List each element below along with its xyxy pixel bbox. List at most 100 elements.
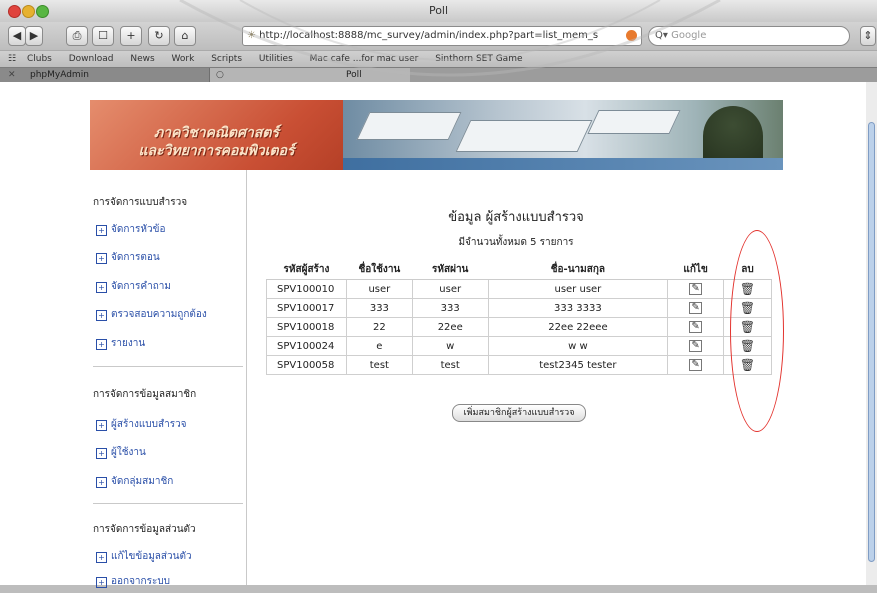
scrollbar-thumb[interactable] [868, 122, 875, 562]
member-fullname: user user [487, 279, 669, 299]
tab-label: Poll [346, 70, 362, 80]
department-banner: ภาควิชาคณิตศาสตร์ และวิทยาการคอมพิวเตอร์ [90, 100, 343, 170]
member-fullname: 22ee 22eee [487, 317, 669, 337]
expand-icon: + [96, 310, 107, 321]
add-survey-creator-button[interactable]: เพิ่มสมาชิกผู้สร้างแบบสำรวจ [452, 404, 586, 422]
nav-link-logout[interactable]: + ออกจากระบบ [96, 574, 170, 589]
edit-icon[interactable]: ✎ [689, 340, 703, 352]
member-code: SPV100010 [266, 279, 347, 299]
record-count: มีจำนวนทั้งหมด 5 รายการ [458, 237, 574, 248]
expand-icon: + [96, 577, 107, 588]
nav-link-users[interactable]: + ผู้ใช้งาน [96, 445, 146, 460]
edit-cell: ✎ [667, 355, 725, 375]
expand-icon: + [96, 282, 107, 293]
edit-cell: ✎ [667, 336, 725, 356]
member-username: user [345, 279, 413, 299]
nav-link-survey-creators[interactable]: + ผู้สร้างแบบสำรวจ [96, 417, 187, 432]
bookmark-item[interactable]: Clubs [27, 54, 52, 64]
table-row: SPV100058 test test test2345 tester ✎ 🗑 [266, 355, 772, 375]
member-fullname: w w [487, 336, 669, 356]
bookmarks-bar: ☷ Clubs Download News Work Scripts Utili… [0, 50, 877, 68]
banner-image [343, 100, 783, 170]
expand-icon: + [96, 225, 107, 236]
bookmark-item[interactable]: Work [172, 54, 195, 64]
column-header: ชื่อใช้งาน [346, 260, 413, 280]
edit-icon[interactable]: ✎ [689, 359, 703, 371]
vertical-scrollbar[interactable] [866, 82, 877, 585]
table-row: SPV100018 22 22ee 22ee 22eee ✎ 🗑 [266, 317, 772, 337]
bookmark-item[interactable]: News [130, 54, 154, 64]
keyboard-graphic [587, 110, 681, 134]
bookmark-item[interactable]: Scripts [211, 54, 242, 64]
member-fullname: 333 3333 [487, 298, 669, 318]
nav-link-member-groups[interactable]: + จัดกลุ่มสมาชิก [96, 474, 173, 489]
nav-link-topics[interactable]: + จัดการหัวข้อ [96, 222, 165, 237]
back-button[interactable]: ◀ [8, 26, 26, 46]
bookmarks-book-icon[interactable]: ☷ [8, 54, 16, 64]
bookmark-item[interactable]: Sinthorn SET Game [435, 54, 522, 64]
table-header-row: รหัสผู้สร้าง ชื่อใช้งาน รหัสผ่าน ชื่อ-นา… [266, 260, 772, 280]
nav-heading-members: การจัดการข้อมูลสมาชิก [93, 389, 197, 400]
edit-cell: ✎ [667, 317, 725, 337]
column-header: แก้ไข [667, 260, 724, 280]
member-username: 333 [345, 298, 413, 318]
print-icon[interactable]: ⎙ [66, 26, 88, 46]
window-title: Poll [428, 4, 449, 17]
members-table: รหัสผู้สร้าง ชื่อใช้งาน รหัสผ่าน ชื่อ-นา… [266, 260, 772, 375]
add-bookmark-button[interactable]: + [120, 26, 142, 46]
annotation-highlight-ellipse [730, 230, 784, 432]
tab-phpmyadmin[interactable]: ✕ phpMyAdmin [0, 68, 210, 83]
member-username: test [345, 355, 413, 375]
toolbar-overflow-button[interactable]: ⇕ [860, 26, 876, 46]
page-title: ข้อมูล ผู้สร้างแบบสำรวจ [448, 210, 584, 225]
nav-link-questions[interactable]: + จัดการคำถาม [96, 279, 171, 294]
edit-cell: ✎ [667, 298, 725, 318]
nav-separator [93, 366, 243, 367]
keyboard-graphic [356, 112, 462, 140]
edit-icon[interactable]: ✎ [689, 321, 703, 333]
member-code: SPV100058 [266, 355, 347, 375]
edit-cell: ✎ [667, 279, 725, 299]
expand-icon: + [96, 477, 107, 488]
stop-reload-icon[interactable] [626, 30, 637, 41]
expand-icon: + [96, 420, 107, 431]
bookmark-item[interactable]: Utilities [259, 54, 293, 64]
url-field[interactable]: ☀ http://localhost:8888/mc_survey/admin/… [242, 26, 642, 46]
nav-link-sections[interactable]: + จัดการตอน [96, 250, 160, 265]
edit-icon[interactable]: ✎ [689, 283, 703, 295]
nav-link-edit-profile[interactable]: + แก้ไขข้อมูลส่วนตัว [96, 549, 192, 564]
close-tab-icon[interactable]: ○ [216, 68, 224, 83]
bookmark-item[interactable]: Mac cafe ...for mac user [310, 54, 419, 64]
table-row: SPV100017 333 333 333 3333 ✎ 🗑 [266, 298, 772, 318]
member-password: w [411, 336, 489, 356]
edit-icon[interactable]: ✎ [689, 302, 703, 314]
member-password: test [411, 355, 489, 375]
member-code: SPV100018 [266, 317, 347, 337]
expand-icon: + [96, 339, 107, 350]
nav-link-validate[interactable]: + ตรวจสอบความถูกต้อง [96, 307, 207, 322]
close-tab-icon[interactable]: ✕ [8, 68, 16, 83]
nav-link-report[interactable]: + รายงาน [96, 336, 145, 351]
search-field[interactable]: Q▾ Google [648, 26, 850, 46]
member-code: SPV100024 [266, 336, 347, 356]
site-icon: ☀ [247, 30, 256, 41]
bookmark-icon[interactable]: ☐ [92, 26, 114, 46]
member-password: 333 [411, 298, 489, 318]
expand-icon: + [96, 552, 107, 563]
member-code: SPV100017 [266, 298, 347, 318]
nav-separator [93, 503, 243, 504]
bookmark-item[interactable]: Download [69, 54, 114, 64]
member-username: e [345, 336, 413, 356]
reload-button[interactable]: ↻ [148, 26, 170, 46]
home-icon[interactable]: ⌂ [174, 26, 196, 46]
search-icon: Q▾ [655, 30, 668, 41]
tab-poll[interactable]: ○ Poll [210, 68, 410, 83]
tab-label: phpMyAdmin [30, 70, 89, 80]
member-password: 22ee [411, 317, 489, 337]
browser-toolbar: ◀ ▶ ⎙ ☐ + ↻ ⌂ ☀ http://localhost:8888/mc… [0, 22, 877, 50]
nav-heading-personal: การจัดการข้อมูลส่วนตัว [93, 524, 196, 535]
member-fullname: test2345 tester [487, 355, 669, 375]
forward-button[interactable]: ▶ [25, 26, 43, 46]
sidebar-divider [246, 170, 247, 585]
column-header: ชื่อ-นามสกุล [488, 260, 668, 280]
